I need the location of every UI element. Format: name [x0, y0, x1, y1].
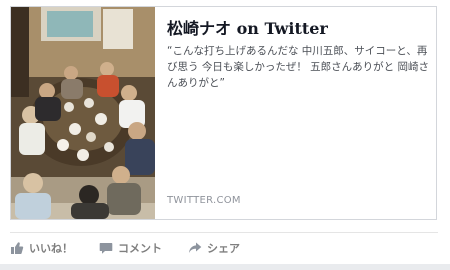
share-label: シェア — [207, 242, 240, 255]
feed-gap — [0, 264, 450, 270]
share-button[interactable]: シェア — [188, 240, 240, 256]
actions-divider — [10, 232, 438, 233]
comment-label: コメント — [118, 242, 162, 255]
like-label: いいね！ — [29, 242, 73, 255]
link-domain: TWITTER.COM — [167, 195, 241, 206]
link-text-block[interactable]: 松崎ナオ on Twitter “こんな打ち上げあるんだな 中川五郎、サイコーと… — [167, 7, 430, 219]
comment-icon — [99, 241, 113, 255]
link-description: “こんな打ち上げあるんだな 中川五郎、サイコーと、再び思う 今日も楽しかったぜ！… — [167, 45, 430, 89]
facebook-post: 松崎ナオ on Twitter “こんな打ち上げあるんだな 中川五郎、サイコーと… — [0, 0, 450, 270]
comment-button[interactable]: コメント — [99, 240, 162, 256]
party-photo-image — [11, 7, 155, 219]
thumbs-up-icon — [10, 241, 24, 255]
share-arrow-icon — [188, 241, 202, 255]
post-action-bar: いいね！ コメント シェア — [10, 238, 266, 258]
like-button[interactable]: いいね！ — [10, 240, 73, 256]
link-preview-card[interactable]: 松崎ナオ on Twitter “こんな打ち上げあるんだな 中川五郎、サイコーと… — [10, 6, 437, 220]
link-thumbnail[interactable] — [11, 7, 155, 219]
link-title[interactable]: 松崎ナオ on Twitter — [167, 15, 328, 39]
